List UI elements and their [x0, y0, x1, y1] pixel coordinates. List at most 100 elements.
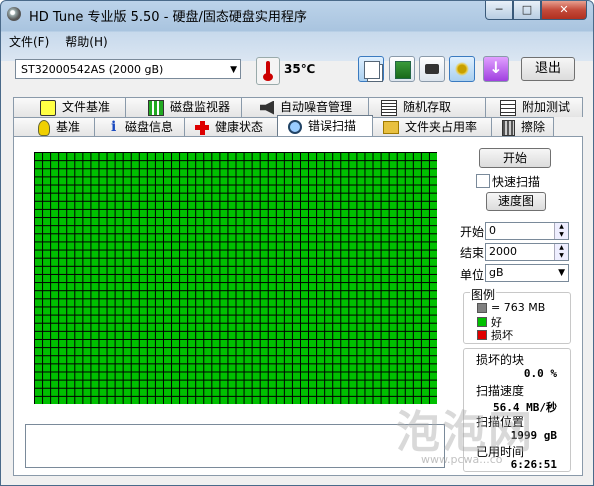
scan-block — [429, 177, 437, 185]
scan-block — [357, 380, 365, 388]
scan-block — [196, 307, 204, 315]
scan-block — [357, 161, 365, 169]
tab-disk-info[interactable]: i 磁盘信息 — [94, 117, 185, 137]
scan-block — [51, 291, 59, 299]
tab-random-access[interactable]: 随机存取 — [368, 97, 486, 117]
spinner-icon[interactable]: ▲ ▼ — [554, 244, 568, 260]
tab-folder-usage[interactable]: 文件夹占用率 — [372, 117, 492, 137]
menu-file[interactable]: 文件(F) — [1, 31, 57, 51]
title-bar[interactable]: HD Tune 专业版 5.50 - 硬盘/固态硬盘实用程序 ─ □ ✕ — [1, 1, 593, 29]
scan-block — [421, 234, 429, 242]
scan-block — [365, 209, 373, 218]
maximize-button[interactable]: □ — [513, 1, 541, 20]
options-button[interactable] — [449, 56, 475, 82]
scan-block — [421, 169, 429, 177]
scan-block — [429, 339, 437, 348]
scan-block — [333, 364, 341, 372]
scan-block — [252, 242, 260, 250]
legend-label: 损坏 — [491, 329, 513, 342]
unit-select[interactable]: gB ▼ — [485, 264, 569, 282]
scan-block — [421, 356, 429, 364]
scan-block — [373, 266, 381, 274]
menu-help[interactable]: 帮助(H) — [57, 31, 115, 51]
screenshot-button[interactable] — [419, 56, 445, 82]
scan-block — [317, 185, 325, 193]
scan-block — [212, 201, 220, 209]
start-scan-button[interactable]: 开始 — [479, 148, 551, 168]
scan-block — [300, 169, 309, 177]
scan-block — [349, 380, 357, 388]
close-button[interactable]: ✕ — [541, 1, 587, 20]
scan-block — [91, 283, 99, 291]
copy-screen-icon — [395, 61, 411, 79]
scan-block — [236, 258, 244, 266]
scan-block — [139, 209, 147, 218]
scan-block — [349, 307, 357, 315]
scan-block — [325, 283, 333, 291]
tab-file-benchmark[interactable]: 文件基准 — [13, 97, 126, 117]
scan-block — [381, 177, 389, 185]
scan-block — [284, 177, 292, 185]
scan-block — [429, 291, 437, 299]
legend-item: 损坏 — [477, 327, 513, 343]
scan-block — [196, 331, 204, 339]
scan-block — [220, 234, 228, 242]
scan-block — [220, 177, 228, 185]
end-field[interactable]: 2000 ▲ ▼ — [485, 243, 569, 261]
scan-block — [147, 364, 155, 372]
exit-button[interactable]: 退出 — [521, 57, 575, 81]
scan-block — [236, 177, 244, 185]
scan-block — [107, 348, 115, 356]
tab-noise-management[interactable]: 自动噪音管理 — [241, 97, 369, 117]
speed-map-button[interactable]: 速度图 — [486, 192, 546, 211]
scan-block — [212, 209, 220, 218]
scan-block — [212, 234, 220, 242]
scan-block — [333, 242, 341, 250]
tab-disk-monitor[interactable]: 磁盘监视器 — [125, 97, 242, 117]
scan-block — [180, 396, 188, 404]
scan-block — [236, 348, 244, 356]
tab-health[interactable]: 健康状态 — [184, 117, 278, 137]
save-button[interactable]: ↓ — [483, 56, 509, 82]
scan-block — [276, 250, 284, 258]
tab-extra-tests[interactable]: 附加测试 — [485, 97, 583, 117]
watermark: 泡泡网 — [396, 407, 534, 458]
scan-block — [212, 315, 220, 323]
scan-block — [421, 185, 429, 193]
start-field[interactable]: 0 ▲ ▼ — [485, 222, 569, 240]
scan-block — [413, 169, 421, 177]
scan-block — [381, 396, 389, 404]
scan-block — [244, 161, 252, 169]
scan-block — [196, 161, 204, 169]
scan-block — [381, 161, 389, 169]
scan-block — [180, 364, 188, 372]
scan-block — [325, 274, 333, 283]
scan-block — [139, 177, 147, 185]
scan-block — [357, 323, 365, 331]
scan-block — [75, 396, 83, 404]
scan-block — [365, 323, 373, 331]
scan-block — [131, 234, 139, 242]
scan-block — [284, 209, 292, 218]
scan-block — [373, 209, 381, 218]
scan-block — [99, 226, 107, 234]
scan-block — [99, 234, 107, 242]
tab-erase[interactable]: 擦除 — [491, 117, 554, 137]
scan-block — [163, 307, 172, 315]
quick-scan-checkbox[interactable] — [476, 174, 490, 188]
scan-block — [309, 372, 317, 380]
scan-block — [357, 388, 365, 396]
scan-block — [228, 339, 236, 348]
scan-block — [139, 331, 147, 339]
tab-benchmark[interactable]: 基准 — [13, 117, 95, 137]
scan-block — [309, 307, 317, 315]
scan-block — [123, 331, 131, 339]
scan-block — [131, 348, 139, 356]
copy-info-button[interactable] — [358, 56, 384, 82]
copy-screen-button[interactable] — [389, 56, 415, 82]
drive-select[interactable]: ST32000542AS (2000 gB) ▼ — [15, 59, 241, 79]
tab-error-scan[interactable]: 错误扫描 — [277, 115, 373, 137]
scan-block — [67, 193, 75, 201]
spinner-icon[interactable]: ▲ ▼ — [554, 223, 568, 239]
minimize-button[interactable]: ─ — [485, 1, 513, 20]
